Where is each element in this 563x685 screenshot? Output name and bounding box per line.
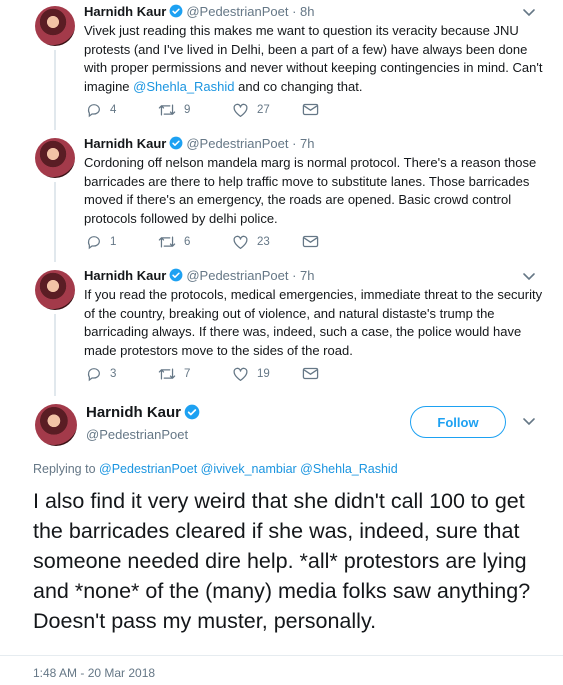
message-button[interactable] (302, 234, 319, 249)
avatar[interactable] (35, 138, 75, 178)
heart-icon (233, 367, 248, 382)
tweet-text: If you read the protocols, medical emerg… (84, 287, 543, 358)
avatar[interactable] (35, 6, 75, 46)
main-tweet-text: I also find it very weird that she didn'… (33, 489, 531, 633)
tweet-header: Harnidh Kaur @PedestrianPoet · 7h (84, 268, 314, 285)
chevron-down-icon[interactable] (522, 417, 536, 427)
message-button[interactable] (302, 366, 319, 381)
reply-count: 3 (110, 368, 117, 380)
envelope-icon (302, 367, 319, 380)
reply-tweet-3[interactable]: Harnidh Kaur @PedestrianPoet · 7h If you … (0, 264, 563, 394)
retweet-icon (158, 368, 176, 380)
heart-icon (233, 235, 248, 250)
thread-line (54, 50, 56, 130)
retweet-count: 9 (184, 104, 191, 116)
reply-button[interactable]: 4 (86, 102, 116, 118)
reply-icon (87, 236, 100, 250)
envelope-icon (302, 235, 319, 248)
heart-icon (233, 103, 248, 118)
thread-line (54, 314, 56, 396)
replying-to: Replying to @PedestrianPoet @ivivek_namb… (33, 462, 398, 476)
chevron-down-icon[interactable] (522, 8, 536, 18)
verified-badge-icon (184, 404, 200, 424)
like-button[interactable]: 27 (232, 102, 270, 118)
author-handle[interactable]: @PedestrianPoet (186, 4, 288, 19)
author-name[interactable]: Harnidh Kaur (84, 268, 166, 283)
retweet-button[interactable]: 7 (158, 366, 190, 382)
like-button[interactable]: 19 (232, 366, 270, 382)
tweet-time[interactable]: · 7h (292, 136, 314, 151)
tweet-text: Vivek just reading this makes me want to… (84, 22, 544, 96)
verified-badge-icon (169, 136, 183, 153)
reply-button[interactable]: 1 (86, 234, 116, 250)
tweet-text-part: and co changing that. (234, 78, 363, 94)
verified-badge-icon (169, 4, 183, 21)
tweet-time[interactable]: · 7h (292, 268, 314, 283)
avatar[interactable] (35, 270, 75, 310)
chevron-down-icon[interactable] (522, 272, 536, 282)
divider (0, 655, 563, 656)
retweet-count: 6 (184, 236, 191, 248)
tweet-timestamp[interactable]: 1:48 AM - 20 Mar 2018 (33, 666, 155, 680)
retweet-count: 7 (184, 368, 191, 380)
reply-button[interactable]: 3 (86, 366, 116, 382)
like-count: 19 (257, 368, 270, 380)
author-handle[interactable]: @PedestrianPoet (186, 268, 288, 283)
like-count: 23 (257, 236, 270, 248)
mention-link[interactable]: @Shehla_Rashid (133, 79, 234, 94)
verified-badge-icon (169, 268, 183, 285)
retweet-icon (158, 236, 176, 248)
tweet-text: Cordoning off nelson mandela marg is nor… (84, 155, 537, 226)
reply-tweet-1[interactable]: Harnidh Kaur @PedestrianPoet · 8h Vivek j… (0, 0, 563, 130)
author-name[interactable]: Harnidh Kaur (84, 4, 166, 19)
like-button[interactable]: 23 (232, 234, 270, 250)
tweet-header: Harnidh Kaur @PedestrianPoet · 7h (84, 136, 314, 153)
replying-prefix: Replying to (33, 462, 100, 476)
tweet-header: Harnidh Kaur @PedestrianPoet · 8h (84, 4, 314, 21)
tweet-time[interactable]: · 8h (292, 4, 314, 19)
replying-mentions[interactable]: @PedestrianPoet @ivivek_nambiar @Shehla_… (99, 462, 398, 476)
author-name[interactable]: Harnidh Kaur (84, 136, 166, 151)
envelope-icon (302, 103, 319, 116)
like-count: 27 (257, 104, 270, 116)
retweet-button[interactable]: 6 (158, 234, 190, 250)
reply-count: 4 (110, 104, 117, 116)
thread-line (54, 182, 56, 262)
reply-tweet-2[interactable]: Harnidh Kaur @PedestrianPoet · 7h Cordoni… (0, 132, 563, 262)
retweet-icon (158, 104, 176, 116)
reply-count: 1 (110, 236, 117, 248)
reply-icon (87, 368, 100, 382)
main-author-name-row: Harnidh Kaur (86, 404, 203, 424)
main-author-handle[interactable]: @PedestrianPoet (86, 427, 188, 442)
retweet-button[interactable]: 9 (158, 102, 190, 118)
message-button[interactable] (302, 102, 319, 117)
main-author-name[interactable]: Harnidh Kaur (86, 404, 181, 421)
reply-icon (87, 104, 100, 118)
follow-button[interactable]: Follow (410, 406, 506, 438)
main-avatar[interactable] (35, 404, 77, 446)
author-handle[interactable]: @PedestrianPoet (186, 136, 288, 151)
